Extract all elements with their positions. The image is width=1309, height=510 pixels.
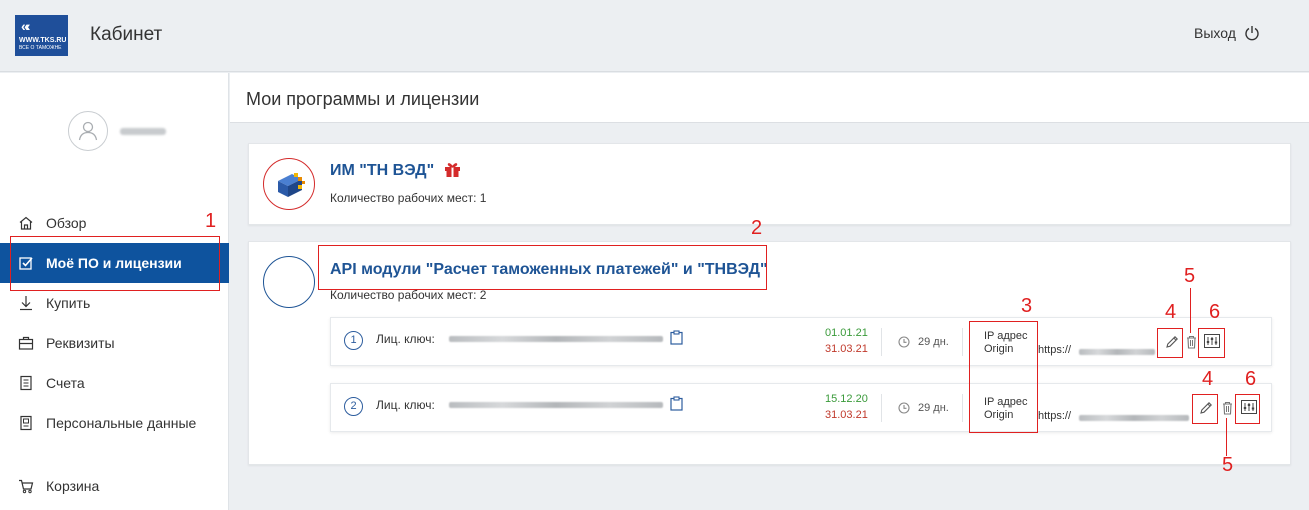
page-header: Мои программы и лицензии [230,73,1309,123]
annotation-number-5a: 5 [1184,265,1196,287]
annotation-number-3: 3 [1021,295,1033,317]
product-logo [263,158,315,210]
download-icon [20,296,32,311]
clock-icon [898,336,910,348]
seats-label: Количество рабочих мест: [330,191,477,205]
sidebar-item-label: Реквизиты [46,335,115,351]
username-redacted [120,127,166,135]
user-icon [78,121,98,141]
top-header: «‹ WWW.TKS.RU ВСЕ О ТАМОЖНЕ Кабинет Выхо… [0,0,1309,72]
seats-count-text: Количество рабочих мест: 1 [330,191,486,205]
annotation-box-4a [1157,328,1183,358]
power-icon [1245,26,1259,41]
sidebar-item-label: Персональные данные [46,415,197,431]
sidebar: Обзор Моё ПО и лицензии Купить Реквизиты… [0,73,229,510]
days-remaining-text: 29 дн. [918,402,949,414]
product-title[interactable]: ИМ "ТН ВЭД" [330,161,461,180]
annotation-box-6b [1235,394,1260,424]
origin-url-prefix: https:// [1038,344,1072,356]
tnved-box-icon [278,173,305,197]
home-icon [19,216,33,230]
delete-button[interactable] [1184,331,1198,353]
seats-value: 1 [479,191,487,205]
annotation-number-5b: 5 [1222,454,1234,476]
trash-icon [1222,401,1232,415]
origin-url-prefix: https:// [1038,410,1072,422]
tks-logo[interactable]: «‹ WWW.TKS.RU ВСЕ О ТАМОЖНЕ [15,15,68,56]
divider [881,328,882,356]
sidebar-item-label: Счета [46,375,85,391]
sidebar-item-personal-data[interactable]: Персональные данные [0,403,229,443]
app-title: Кабинет [90,24,163,45]
gift-icon [444,163,460,177]
annotation-number-6a: 6 [1209,301,1221,323]
clock-icon [898,402,910,414]
divider [962,394,963,422]
annotation-box-3 [969,321,1038,433]
license-key-redacted [449,402,663,408]
days-remaining: 29 дн. [898,402,949,414]
license-row: 2 Лиц. ключ: 15.12.20 31.03.21 29 дн. IP… [330,383,1272,432]
annotation-number-4a: 4 [1165,301,1177,323]
license-key-label: Лиц. ключ: [376,398,435,412]
origin-url-redacted [1079,349,1155,355]
logo-chevrons-icon: «‹ [21,18,31,34]
trash-icon [1186,335,1196,349]
sidebar-item-label: Купить [46,295,91,311]
license-key-label: Лиц. ключ: [376,332,435,346]
seats-count-text: Количество рабочих мест: 2 [330,288,486,302]
annotation-number-4b: 4 [1202,368,1214,390]
license-row: 1 Лиц. ключ: 01.01.21 31.03.21 29 дн. IP… [330,317,1272,366]
logo-text-line1: WWW.TKS.RU [19,37,67,44]
annotation-line-5b [1226,418,1227,456]
license-start-date: 01.01.21 [825,327,868,339]
clipboard-icon[interactable] [670,330,683,345]
annotation-box-4b [1192,394,1218,424]
logout-label: Выход [1194,25,1236,41]
clipboard-icon[interactable] [670,396,683,411]
briefcase-icon [18,336,34,350]
page-title: Мои программы и лицензии [246,89,480,109]
license-end-date: 31.03.21 [825,343,868,355]
origin-url-redacted [1079,415,1189,421]
sidebar-item-cart[interactable]: Корзина [0,466,229,506]
seats-label: Количество рабочих мест: [330,288,477,302]
product-card [248,143,1291,225]
sidebar-item-label: Обзор [46,215,87,231]
annotation-number-6b: 6 [1245,368,1257,390]
annotation-line-5a [1190,288,1191,333]
days-remaining-text: 29 дн. [918,336,949,348]
divider [881,394,882,422]
license-end-date: 31.03.21 [825,409,868,421]
divider [962,328,963,356]
annotation-box-2 [318,245,767,290]
annotation-box-6a [1198,328,1225,358]
license-number: 1 [344,331,363,350]
delete-button[interactable] [1220,397,1234,419]
logo-text-line2: ВСЕ О ТАМОЖНЕ [19,45,62,51]
sidebar-item-invoices[interactable]: Счета [0,363,229,403]
invoice-icon [20,375,32,391]
annotation-number-1: 1 [205,210,217,232]
annotation-number-2: 2 [751,217,763,239]
product-logo [263,256,315,308]
days-remaining: 29 дн. [898,336,949,348]
cart-icon [19,479,34,494]
seats-value: 2 [479,288,487,302]
logout-button[interactable]: Выход [1194,25,1260,41]
id-card-icon [20,415,32,431]
avatar [68,111,108,151]
license-key-redacted [449,336,663,342]
annotation-box-1 [10,236,220,291]
origin-url: https:// [1038,410,1071,422]
license-start-date: 15.12.20 [825,393,868,405]
sidebar-item-label: Корзина [46,478,100,494]
user-profile[interactable] [68,111,166,151]
product-title-text: ИМ "ТН ВЭД" [330,162,435,179]
origin-url: https:// [1038,344,1071,356]
sidebar-item-requisites[interactable]: Реквизиты [0,323,229,363]
license-number: 2 [344,397,363,416]
